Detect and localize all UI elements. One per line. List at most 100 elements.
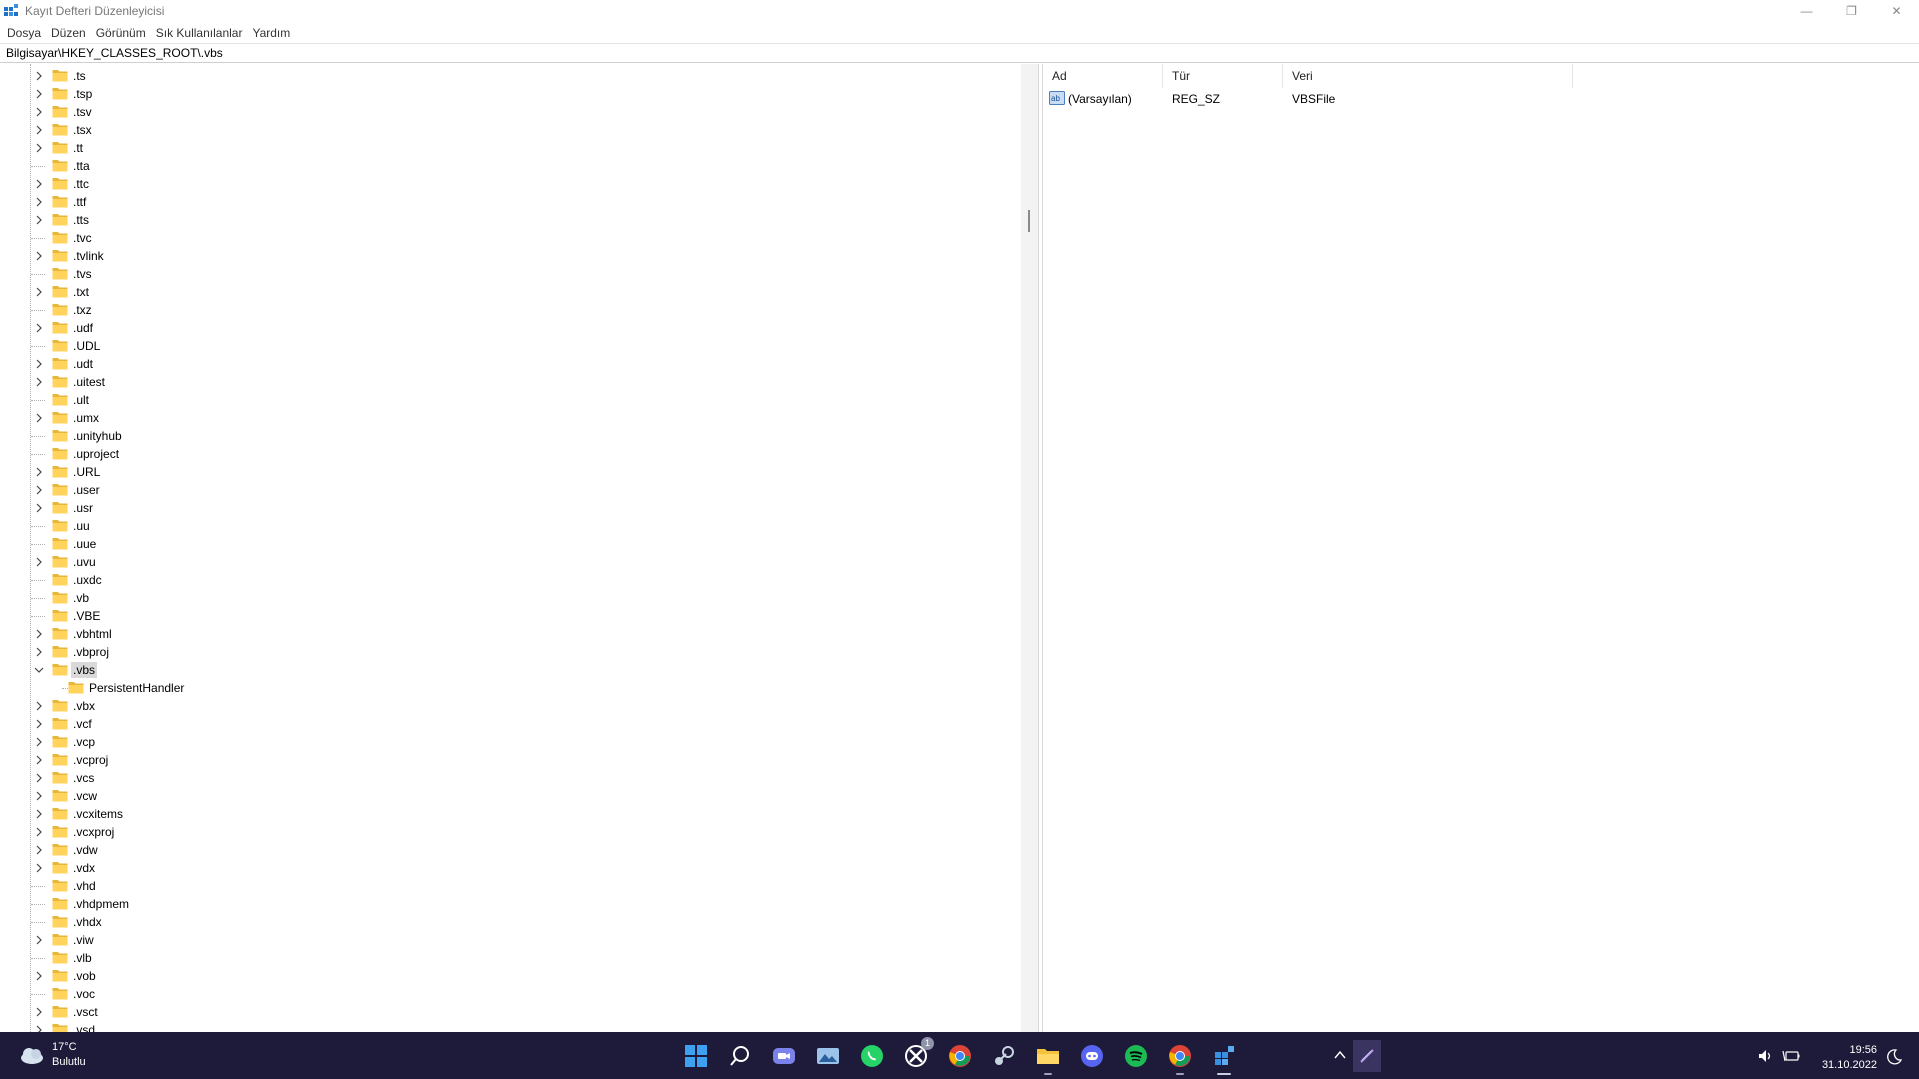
tree-key[interactable]: .vsct — [0, 1003, 1000, 1021]
pen-menu-button[interactable] — [1353, 1040, 1381, 1072]
tree-key[interactable]: .vcf — [0, 715, 1000, 733]
chevron-right-icon[interactable] — [34, 557, 44, 567]
address-bar[interactable]: Bilgisayar\HKEY_CLASSES_ROOT\.vbs — [0, 43, 1919, 63]
tree-key[interactable]: .uue — [0, 535, 1000, 553]
tree-key[interactable]: .ts — [0, 67, 1000, 85]
tree-key[interactable]: .uu — [0, 517, 1000, 535]
chevron-right-icon[interactable] — [34, 287, 44, 297]
chevron-right-icon[interactable] — [34, 143, 44, 153]
tree-key[interactable]: .usr — [0, 499, 1000, 517]
chevron-right-icon[interactable] — [34, 755, 44, 765]
chevron-right-icon[interactable] — [34, 791, 44, 801]
xbox-button[interactable]: 1 — [900, 1037, 934, 1072]
chevron-right-icon[interactable] — [34, 863, 44, 873]
tree-key[interactable]: .udf — [0, 319, 1000, 337]
tree-key[interactable]: .ult — [0, 391, 1000, 409]
tree-key[interactable]: .vbs — [0, 661, 1000, 679]
restore-button[interactable]: ❐ — [1829, 0, 1874, 22]
tree-key[interactable]: .tvs — [0, 265, 1000, 283]
menu-yardim[interactable]: Yardım — [247, 26, 295, 40]
scrollbar-thumb[interactable] — [1028, 210, 1030, 232]
search-button[interactable] — [724, 1040, 756, 1072]
chevron-right-icon[interactable] — [34, 413, 44, 423]
menu-duzen[interactable]: Düzen — [46, 26, 91, 40]
chevron-right-icon[interactable] — [34, 125, 44, 135]
tree-subkey[interactable]: PersistentHandler — [0, 679, 1000, 697]
tree-key[interactable]: .vb — [0, 589, 1000, 607]
tree-key[interactable]: .vcxproj — [0, 823, 1000, 841]
tree-key[interactable]: .ttc — [0, 175, 1000, 193]
chevron-right-icon[interactable] — [34, 1007, 44, 1017]
tree-key[interactable]: .txt — [0, 283, 1000, 301]
values-list[interactable]: Ad Tür Veri ab (Varsayılan) REG_SZ VBSFi… — [1042, 64, 1919, 1032]
photos-button[interactable] — [812, 1040, 844, 1072]
tree-key[interactable]: .uproject — [0, 445, 1000, 463]
chevron-right-icon[interactable] — [34, 377, 44, 387]
chevron-right-icon[interactable] — [34, 629, 44, 639]
chrome-profile-button[interactable] — [1164, 1040, 1196, 1075]
tree-key[interactable]: .tsx — [0, 121, 1000, 139]
tree-key[interactable]: .viw — [0, 931, 1000, 949]
tree-key[interactable]: .tsv — [0, 103, 1000, 121]
clock[interactable]: 19:56 31.10.2022 — [1822, 1043, 1877, 1073]
chevron-right-icon[interactable] — [34, 503, 44, 513]
chevron-right-icon[interactable] — [34, 89, 44, 99]
tree-key[interactable]: .vlb — [0, 949, 1000, 967]
tree-key[interactable]: .URL — [0, 463, 1000, 481]
tree-key[interactable]: .vcxitems — [0, 805, 1000, 823]
chevron-right-icon[interactable] — [34, 647, 44, 657]
tree-key[interactable]: .ttf — [0, 193, 1000, 211]
chevron-right-icon[interactable] — [34, 323, 44, 333]
menu-sik-kullanilanlar[interactable]: Sık Kullanılanlar — [151, 26, 248, 40]
chevron-right-icon[interactable] — [34, 719, 44, 729]
tree-key[interactable]: .vob — [0, 967, 1000, 985]
tree-key[interactable]: .tta — [0, 157, 1000, 175]
chrome-button[interactable] — [944, 1040, 976, 1072]
key-tree[interactable]: .ts .tsp .tsv .tsx .tt .tta .ttc .ttf .tts .tvc .t… — [0, 64, 1039, 1032]
tree-key[interactable]: .vcw — [0, 787, 1000, 805]
teams-chat-button[interactable] — [768, 1040, 800, 1072]
tree-key[interactable]: .udt — [0, 355, 1000, 373]
tree-key[interactable]: .uvu — [0, 553, 1000, 571]
chevron-right-icon[interactable] — [34, 251, 44, 261]
registry-editor-button[interactable] — [1208, 1040, 1240, 1075]
tree-key[interactable]: .uxdc — [0, 571, 1000, 589]
tree-key[interactable]: .vbproj — [0, 643, 1000, 661]
column-header-data[interactable]: Veri — [1283, 64, 1573, 88]
notification-moon-icon[interactable] — [1886, 1049, 1902, 1065]
tree-key[interactable]: .UDL — [0, 337, 1000, 355]
chevron-right-icon[interactable] — [34, 701, 44, 711]
tree-key[interactable]: .vcs — [0, 769, 1000, 787]
volume-icon[interactable] — [1758, 1049, 1774, 1063]
chevron-right-icon[interactable] — [34, 359, 44, 369]
tree-key[interactable]: .vdx — [0, 859, 1000, 877]
chevron-right-icon[interactable] — [34, 197, 44, 207]
tree-key[interactable]: .unityhub — [0, 427, 1000, 445]
chevron-right-icon[interactable] — [34, 179, 44, 189]
start-button[interactable] — [680, 1040, 712, 1072]
chevron-right-icon[interactable] — [34, 485, 44, 495]
tree-key[interactable]: .vbhtml — [0, 625, 1000, 643]
tree-key[interactable]: .tsp — [0, 85, 1000, 103]
tree-key[interactable]: .umx — [0, 409, 1000, 427]
discord-button[interactable] — [1076, 1040, 1108, 1072]
tree-key[interactable]: .vsd — [0, 1021, 1000, 1032]
column-header-type[interactable]: Tür — [1163, 64, 1283, 88]
tree-key[interactable]: .tt — [0, 139, 1000, 157]
chevron-right-icon[interactable] — [34, 107, 44, 117]
tree-key[interactable]: .vcp — [0, 733, 1000, 751]
minimize-button[interactable]: — — [1784, 0, 1829, 22]
tree-key[interactable]: .vcproj — [0, 751, 1000, 769]
chevron-right-icon[interactable] — [34, 215, 44, 225]
steam-button[interactable] — [988, 1040, 1020, 1072]
chevron-right-icon[interactable] — [34, 1025, 44, 1032]
tree-key[interactable]: .uitest — [0, 373, 1000, 391]
tree-key[interactable]: .vbx — [0, 697, 1000, 715]
tree-key[interactable]: .voc — [0, 985, 1000, 1003]
weather-widget[interactable]: 17°C Bulutlu — [18, 1040, 86, 1070]
chevron-right-icon[interactable] — [34, 71, 44, 81]
tree-key[interactable]: .tvlink — [0, 247, 1000, 265]
tree-key[interactable]: .vhd — [0, 877, 1000, 895]
chevron-right-icon[interactable] — [34, 809, 44, 819]
tree-key[interactable]: .user — [0, 481, 1000, 499]
